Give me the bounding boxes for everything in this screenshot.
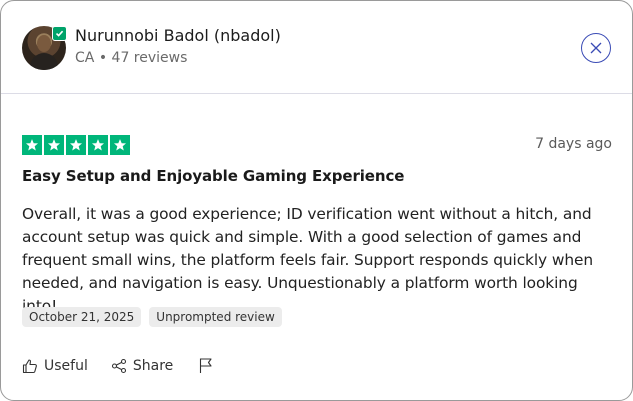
star-icon (88, 135, 108, 155)
review-title: Easy Setup and Enjoyable Gaming Experien… (22, 167, 405, 185)
star-icon (66, 135, 86, 155)
useful-button[interactable]: Useful (22, 358, 88, 374)
experience-date-badge: October 21, 2025 (22, 307, 142, 327)
share-icon (111, 358, 126, 373)
reviewer-header: Nurunnobi Badol (nbadol) CA • 47 reviews (1, 1, 632, 94)
star-icon (22, 135, 42, 155)
flag-icon (200, 358, 212, 373)
close-button[interactable] (581, 33, 611, 63)
reviewer-country: CA (75, 50, 95, 66)
review-body: Overall, it was a good experience; ID ve… (22, 205, 594, 315)
reviewer-meta: CA • 47 reviews (75, 50, 187, 66)
verified-badge-icon (52, 26, 67, 41)
star-icon (110, 135, 130, 155)
meta-separator: • (98, 50, 108, 66)
review-tags: October 21, 2025 Unprompted review (22, 307, 282, 327)
unprompted-review-badge[interactable]: Unprompted review (149, 307, 282, 327)
share-label: Share (132, 357, 174, 374)
share-button[interactable]: Share (111, 358, 173, 374)
close-icon (590, 42, 602, 54)
star-icon (44, 135, 64, 155)
star-rating (22, 135, 130, 155)
review-actions: Useful Share (22, 357, 214, 374)
review-card: Nurunnobi Badol (nbadol) CA • 47 reviews… (0, 0, 633, 401)
useful-label: Useful (44, 357, 88, 374)
thumbs-up-icon (22, 358, 37, 373)
report-button[interactable] (198, 357, 214, 374)
review-date-ago: 7 days ago (535, 136, 612, 152)
reviewer-name[interactable]: Nurunnobi Badol (nbadol) (75, 26, 281, 45)
reviewer-reviews-count: 47 reviews (111, 50, 188, 66)
